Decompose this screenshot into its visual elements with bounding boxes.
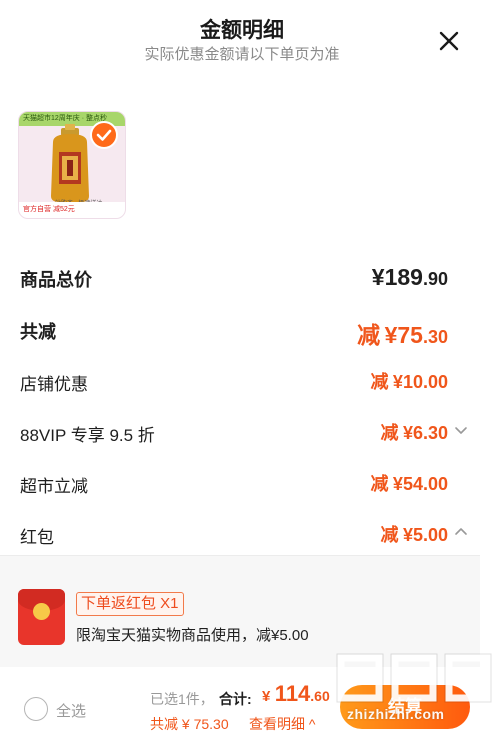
selected-count: 已选1件， <box>150 691 214 707</box>
total-price-value: ¥189.90 <box>371 264 448 290</box>
discount-row-supermarket: 超市立减 减 ¥54.00 <box>20 468 448 498</box>
total-discount-value: 减 ¥75.30 <box>357 322 448 348</box>
discount-value: 减 ¥54.00 <box>370 474 448 494</box>
total-label: 合计: <box>219 691 252 707</box>
checkout-button[interactable]: 结算 <box>340 685 470 729</box>
discount-value: 减 ¥5.00 <box>380 525 448 545</box>
discount-value: 减 ¥6.30 <box>380 423 448 443</box>
discount-label: 店铺优惠 <box>20 375 88 394</box>
chevron-down-icon[interactable] <box>454 423 468 437</box>
footer-discount: 共减 ¥ 75.30 <box>150 716 229 732</box>
discount-label: 红包 <box>20 528 54 547</box>
page-title: 金额明细 <box>200 19 284 42</box>
product-discount-strip: 官方自营 减52元 <box>19 202 125 218</box>
chevron-up-icon[interactable] <box>454 525 468 539</box>
total-price-label: 商品总价 <box>20 270 92 290</box>
coupon-description: 限淘宝天猫实物商品使用，减¥5.00 <box>76 627 309 644</box>
checkout-bar: 全选 已选1件， 合计: ¥ 114.60 共减 ¥ 75.30 查看明细 ^ … <box>0 677 500 741</box>
discount-label: 88VIP 专享 9.5 折 <box>20 426 155 445</box>
discount-row-red-packet[interactable]: 红包 减 ¥5.00 <box>20 519 468 549</box>
view-detail-link[interactable]: 查看明细 ^ <box>249 714 315 734</box>
page-subtitle: 实际优惠金额请以下单页为准 <box>144 46 340 63</box>
discount-value: 减 ¥10.00 <box>370 372 448 392</box>
close-button[interactable] <box>436 28 462 54</box>
discount-row-88vip[interactable]: 88VIP 专享 9.5 折 减 ¥6.30 <box>20 417 468 447</box>
product-selected-badge[interactable] <box>90 121 118 149</box>
modal-header: 金额明细 实际优惠金额请以下单页为准 <box>0 0 500 80</box>
total-discount-label: 共减 <box>20 322 56 342</box>
total-price-row: 商品总价 ¥189.90 <box>20 262 448 292</box>
select-all-label: 全选 <box>56 703 87 720</box>
check-icon <box>96 129 112 141</box>
total-discount-row: 共减 减 ¥75.30 <box>20 314 448 348</box>
close-icon <box>439 31 459 51</box>
red-packet-icon <box>18 589 65 645</box>
select-all-checkbox[interactable] <box>24 697 48 721</box>
total-value: ¥ 114.60 <box>262 681 330 706</box>
red-packet-detail-panel: 下单返红包 X1 限淘宝天猫实物商品使用，减¥5.00 <box>0 555 480 667</box>
discount-label: 超市立减 <box>20 477 88 496</box>
discount-row-shop: 店铺优惠 减 ¥10.00 <box>20 366 448 396</box>
coupon-tag: 下单返红包 X1 <box>76 592 184 616</box>
